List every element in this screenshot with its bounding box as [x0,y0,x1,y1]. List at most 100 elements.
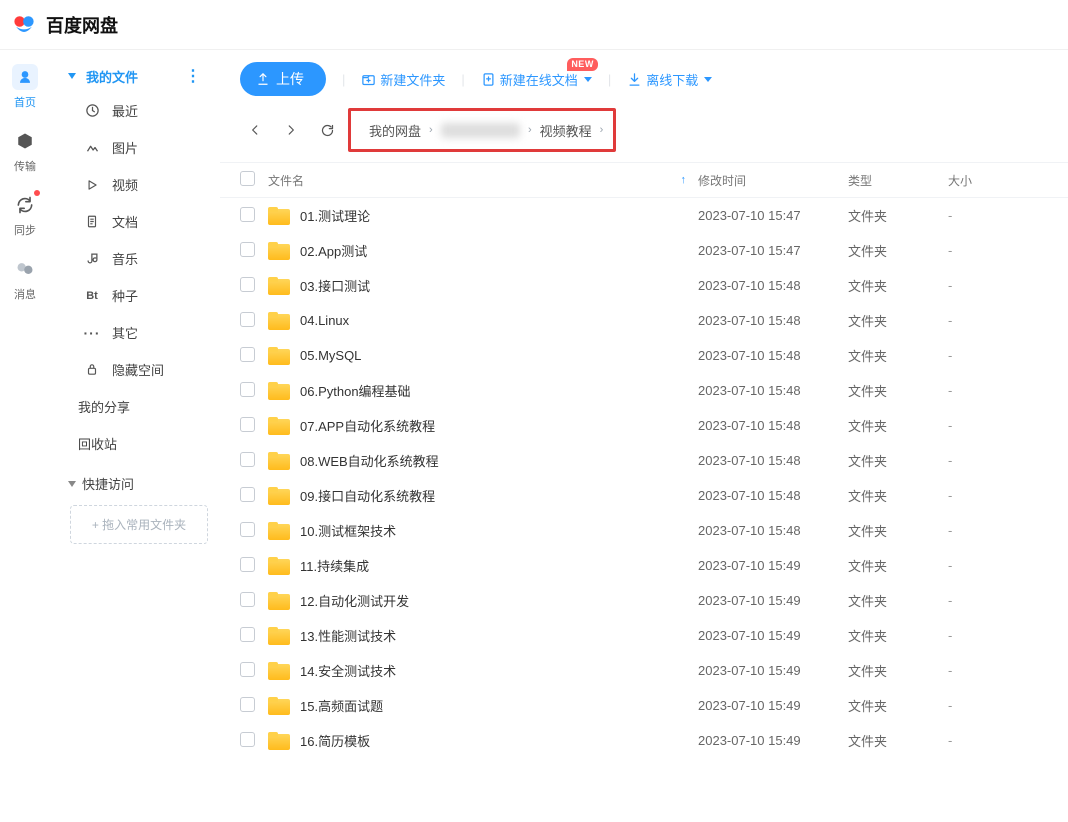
rail-item-home[interactable]: 首页 [12,64,38,110]
file-name: 01.测试理论 [300,206,370,225]
rail-item-sync[interactable]: 同步 [12,192,38,238]
table-row[interactable]: 12.自动化测试开发 2023-07-10 15:49 文件夹 - [220,583,1068,618]
row-checkbox[interactable] [240,732,255,747]
row-checkbox[interactable] [240,207,255,222]
breadcrumb-item[interactable]: 视频教程 [540,121,592,140]
col-header-size[interactable]: 大小 [948,172,1048,189]
rail-item-trans[interactable]: 传输 [12,128,38,174]
file-rows: 01.测试理论 2023-07-10 15:47 文件夹 - 02.App测试 … [220,198,1068,758]
table-row[interactable]: 09.接口自动化系统教程 2023-07-10 15:48 文件夹 - [220,478,1068,513]
breadcrumb-item[interactable]: 我的网盘 [369,121,421,140]
file-name: 06.Python编程基础 [300,381,411,400]
file-name: 10.测试框架技术 [300,521,396,540]
sidebar-item-recycle[interactable]: 回收站 [58,425,220,462]
sort-asc-icon[interactable]: ↑ [681,174,687,186]
row-checkbox[interactable] [240,557,255,572]
folder-icon [268,732,290,750]
breadcrumb-item[interactable]: ██████ [441,123,520,138]
file-time: 2023-07-10 15:49 [698,663,848,678]
file-name: 14.安全测试技术 [300,661,396,680]
folder-icon [268,207,290,225]
file-size: - [948,558,1048,573]
sidebar-item-recent[interactable]: 最近 [58,92,220,129]
file-name: 11.持续集成 [300,556,369,575]
more-icon[interactable]: ⋮ [185,66,202,86]
table-row[interactable]: 10.测试框架技术 2023-07-10 15:48 文件夹 - [220,513,1068,548]
rail-label: 传输 [14,158,36,174]
folder-icon [268,277,290,295]
table-row[interactable]: 11.持续集成 2023-07-10 15:49 文件夹 - [220,548,1068,583]
file-size: - [948,488,1048,503]
table-row[interactable]: 05.MySQL 2023-07-10 15:48 文件夹 - [220,338,1068,373]
new-online-doc-label: 新建在线文档 [500,70,578,89]
table-row[interactable]: 13.性能测试技术 2023-07-10 15:49 文件夹 - [220,618,1068,653]
row-checkbox[interactable] [240,662,255,677]
sidebar-item-doc[interactable]: 文档 [58,203,220,240]
table-row[interactable]: 02.App测试 2023-07-10 15:47 文件夹 - [220,233,1068,268]
file-size: - [948,383,1048,398]
row-checkbox[interactable] [240,312,255,327]
sidebar-item-share[interactable]: 我的分享 [58,388,220,425]
file-type: 文件夹 [848,206,948,225]
sidebar-quick-access[interactable]: 快捷访问 [58,462,220,501]
file-size: - [948,453,1048,468]
table-row[interactable]: 16.简历模板 2023-07-10 15:49 文件夹 - [220,723,1068,758]
nav-back-button[interactable] [240,115,270,145]
table-row[interactable]: 14.安全测试技术 2023-07-10 15:49 文件夹 - [220,653,1068,688]
file-name: 04.Linux [300,313,349,328]
quick-access-drop[interactable]: + 拖入常用文件夹 [70,505,208,544]
offline-download-button[interactable]: 离线下载 [627,70,712,89]
upload-button[interactable]: 上传 [240,62,326,96]
sidebar-item-bt[interactable]: Bt种子 [58,277,220,314]
file-size: - [948,628,1048,643]
row-checkbox[interactable] [240,487,255,502]
row-checkbox[interactable] [240,382,255,397]
home-icon [12,64,38,90]
table-row[interactable]: 04.Linux 2023-07-10 15:48 文件夹 - [220,303,1068,338]
sidebar-head-label: 我的文件 [86,67,138,86]
row-checkbox[interactable] [240,592,255,607]
table-row[interactable]: 15.高频面试题 2023-07-10 15:49 文件夹 - [220,688,1068,723]
topbar: 百度网盘 [0,0,1068,50]
select-all-checkbox[interactable] [240,171,255,186]
nav-forward-button[interactable] [276,115,306,145]
new-badge: NEW [567,58,598,71]
sidebar-head-my-files[interactable]: 我的文件 ⋮ [58,60,220,92]
table-row[interactable]: 08.WEB自动化系统教程 2023-07-10 15:48 文件夹 - [220,443,1068,478]
sidebar-item-video[interactable]: 视频 [58,166,220,203]
table-row[interactable]: 06.Python编程基础 2023-07-10 15:48 文件夹 - [220,373,1068,408]
new-online-doc-button[interactable]: 新建在线文档 NEW [481,70,592,89]
rail-item-msg[interactable]: 消息 [12,256,38,302]
file-time: 2023-07-10 15:48 [698,348,848,363]
row-checkbox[interactable] [240,417,255,432]
row-checkbox[interactable] [240,452,255,467]
row-checkbox[interactable] [240,347,255,362]
sidebar-item-other[interactable]: ···其它 [58,314,220,351]
table-row[interactable]: 07.APP自动化系统教程 2023-07-10 15:48 文件夹 - [220,408,1068,443]
sidebar-quick-label: 快捷访问 [82,474,134,493]
file-time: 2023-07-10 15:47 [698,208,848,223]
row-checkbox[interactable] [240,522,255,537]
folder-icon [268,662,290,680]
sidebar-item-music[interactable]: 音乐 [58,240,220,277]
row-checkbox[interactable] [240,697,255,712]
sidebar-item-hidden[interactable]: 隐藏空间 [58,351,220,388]
nav-refresh-button[interactable] [312,115,342,145]
row-checkbox[interactable] [240,627,255,642]
col-header-type[interactable]: 类型 [848,172,948,189]
file-time: 2023-07-10 15:48 [698,313,848,328]
col-header-time[interactable]: 修改时间 [698,172,848,189]
file-type: 文件夹 [848,276,948,295]
table-row[interactable]: 03.接口测试 2023-07-10 15:48 文件夹 - [220,268,1068,303]
table-row[interactable]: 01.测试理论 2023-07-10 15:47 文件夹 - [220,198,1068,233]
sidebar-item-label: 音乐 [112,249,138,268]
row-checkbox[interactable] [240,242,255,257]
file-type: 文件夹 [848,486,948,505]
row-checkbox[interactable] [240,277,255,292]
sidebar-item-image[interactable]: 图片 [58,129,220,166]
col-header-name[interactable]: 文件名 ↑ [268,172,698,189]
new-folder-button[interactable]: 新建文件夹 [361,70,445,89]
folder-icon [268,452,290,470]
file-name: 13.性能测试技术 [300,626,396,645]
upload-label: 上传 [276,69,304,89]
